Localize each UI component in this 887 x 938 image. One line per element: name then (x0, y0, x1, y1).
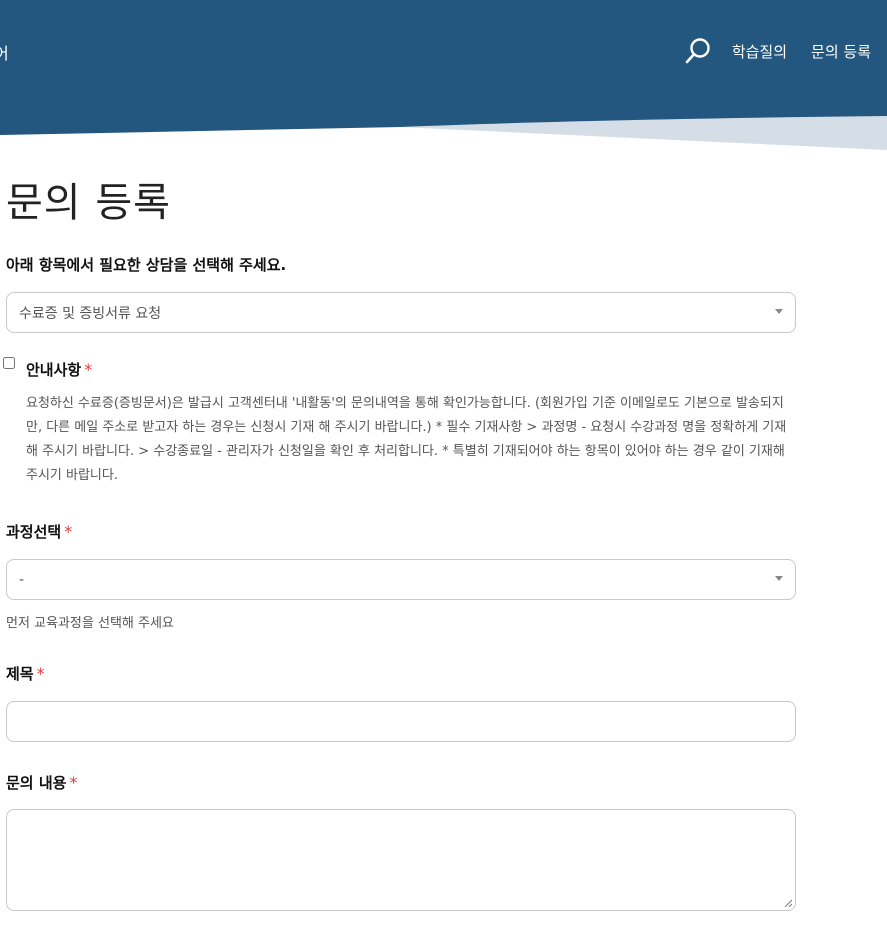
content-field: 문의 내용 * (6, 772, 796, 793)
course-select-value: - (19, 571, 25, 588)
required-mark: * (36, 664, 45, 683)
content-label: 문의 내용 (6, 774, 67, 792)
required-mark: * (84, 360, 93, 379)
category-select[interactable]: 수료증 및 증빙서류 요청 (6, 292, 796, 333)
course-field: 과정선택 * (6, 521, 796, 542)
category-select-value: 수료증 및 증빙서류 요청 (19, 305, 162, 322)
notice-label: 안내사항 (26, 361, 82, 379)
course-label: 과정선택 (6, 523, 62, 541)
required-mark: * (69, 773, 78, 792)
subject-input[interactable] (6, 701, 796, 742)
chevron-down-icon (775, 309, 783, 314)
required-mark: * (64, 522, 73, 541)
nav-register-inquiry[interactable]: 문의 등록 (811, 41, 871, 62)
page-title: 문의 등록 (6, 180, 171, 226)
notice-checkbox[interactable] (3, 357, 15, 369)
notice-section: 안내사항 * 요청하신 수료증(증빙문서)은 발급시 고객센터내 '내활동'의 문… (3, 357, 796, 488)
nav-study-qna[interactable]: 학습질의 (732, 41, 787, 62)
site-header: 어 학습질의 문의 등록 (0, 0, 887, 150)
course-select[interactable]: - (6, 559, 796, 600)
top-nav: 학습질의 문의 등록 (684, 36, 871, 66)
header-background (0, 0, 887, 150)
course-helper-text: 먼저 교육과정을 선택해 주세요 (6, 616, 174, 631)
form-subtitle: 아래 항목에서 필요한 상담을 선택해 주세요. (6, 256, 287, 274)
subject-label: 제목 (6, 665, 34, 683)
chevron-down-icon (775, 576, 783, 581)
search-icon[interactable] (684, 36, 712, 66)
subject-field: 제목 * (6, 663, 796, 684)
brand-text[interactable]: 어 (0, 40, 9, 64)
notice-body: 요청하신 수료증(증빙문서)은 발급시 고객센터내 '내활동'의 문의내역을 통… (26, 396, 787, 483)
inquiry-form: 문의 등록 아래 항목에서 필요한 상담을 선택해 주세요. 수료증 및 증빙서… (3, 170, 796, 911)
resize-handle-icon[interactable] (784, 899, 792, 907)
content-textarea[interactable] (6, 809, 796, 911)
